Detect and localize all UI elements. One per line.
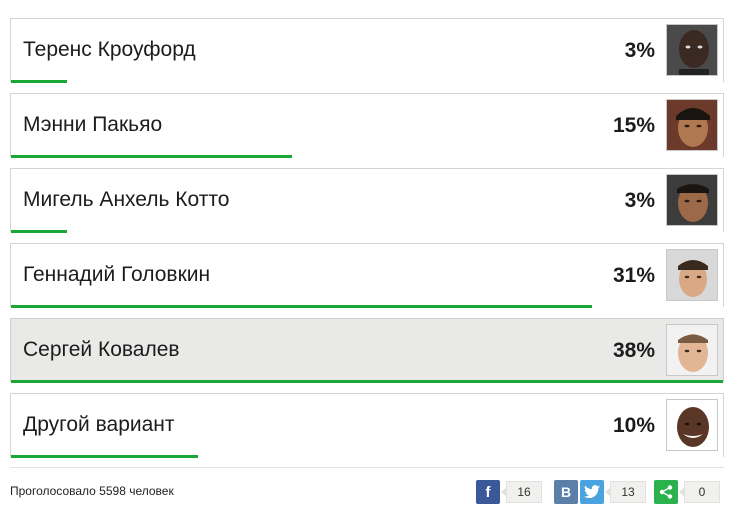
- poll-option-golovkin[interactable]: Геннадий Головкин 31%: [10, 243, 724, 308]
- vk-share[interactable]: В: [554, 480, 578, 504]
- option-name: Мэнни Пакьяо: [23, 113, 163, 136]
- vk-icon[interactable]: В: [554, 480, 578, 504]
- percent-bar-track: [11, 380, 723, 383]
- fighter-photo: [666, 399, 718, 451]
- poll-option-crawford[interactable]: Теренс Кроуфорд 3%: [10, 18, 724, 83]
- poll-option-cotto[interactable]: Мигель Анхель Котто 3%: [10, 168, 724, 233]
- facebook-share-count: 16: [501, 481, 542, 503]
- fighter-photo: [666, 249, 718, 301]
- percent-bar: [11, 380, 723, 383]
- option-name: Сергей Ковалев: [23, 338, 180, 361]
- generic-share[interactable]: 0: [654, 480, 720, 504]
- percent-bar-track: [11, 155, 723, 158]
- option-percent: 38%: [612, 339, 655, 362]
- option-percent: 15%: [612, 114, 655, 137]
- percent-bar: [11, 80, 68, 83]
- fighter-photo: [666, 24, 718, 76]
- twitter-share-count: 13: [605, 481, 646, 503]
- poll-footer: Проголосовало 5598 человек f 16 В 13 0: [10, 467, 724, 513]
- fighter-photo: [666, 174, 718, 226]
- fighter-photo: [666, 99, 718, 151]
- facebook-share[interactable]: f 16: [476, 480, 542, 504]
- poll-option-kovalev[interactable]: Сергей Ковалев 38%: [10, 318, 724, 383]
- poll: Теренс Кроуфорд 3% Мэнни Пакьяо 15% Миге…: [10, 18, 724, 468]
- share-icon[interactable]: [654, 480, 678, 504]
- option-percent: 3%: [624, 39, 655, 62]
- facebook-icon[interactable]: f: [476, 480, 500, 504]
- percent-bar-track: [11, 230, 723, 233]
- twitter-icon[interactable]: [580, 480, 604, 504]
- option-percent: 10%: [612, 414, 655, 437]
- option-name: Мигель Анхель Котто: [23, 188, 230, 211]
- percent-bar-track: [11, 455, 723, 458]
- twitter-share[interactable]: 13: [580, 480, 646, 504]
- percent-bar: [11, 455, 199, 458]
- option-name: Другой вариант: [23, 413, 175, 436]
- vote-count-text: Проголосовало 5598 человек: [10, 484, 174, 498]
- option-percent: 3%: [624, 189, 655, 212]
- percent-bar-track: [11, 80, 723, 83]
- option-percent: 31%: [612, 264, 655, 287]
- percent-bar-track: [11, 305, 723, 308]
- option-name: Теренс Кроуфорд: [23, 38, 196, 61]
- option-name: Геннадий Головкин: [23, 263, 211, 286]
- generic-share-count: 0: [679, 481, 720, 503]
- percent-bar: [11, 230, 68, 233]
- poll-option-pacquiao[interactable]: Мэнни Пакьяо 15%: [10, 93, 724, 158]
- percent-bar: [11, 155, 293, 158]
- poll-option-other[interactable]: Другой вариант 10%: [10, 393, 724, 458]
- fighter-photo: [666, 324, 718, 376]
- percent-bar: [11, 305, 592, 308]
